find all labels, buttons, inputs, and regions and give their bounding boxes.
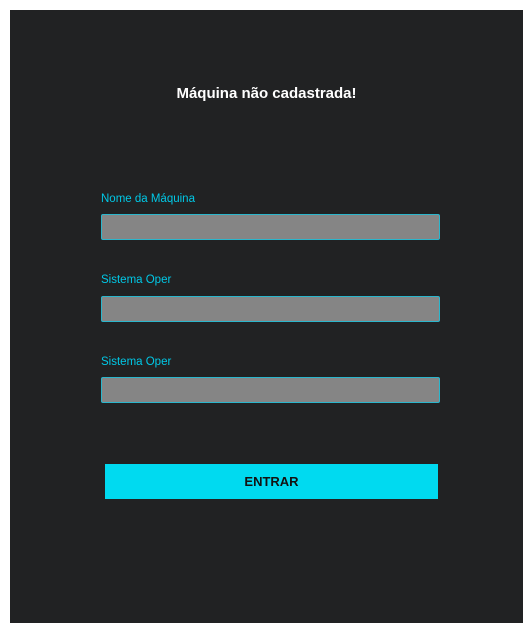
machine-name-input[interactable]	[101, 214, 440, 240]
operating-system-label-2: Sistema Oper	[101, 356, 172, 368]
enter-button[interactable]: ENTRAR	[105, 464, 438, 499]
page-title: Máquina não cadastrada!	[176, 85, 357, 102]
operating-system-input-2[interactable]	[101, 377, 440, 403]
registration-panel: Máquina não cadastrada! Nome da Máquina …	[10, 10, 523, 623]
operating-system-label: Sistema Oper	[101, 274, 172, 286]
operating-system-input[interactable]	[101, 296, 440, 322]
machine-name-label: Nome da Máquina	[101, 193, 195, 205]
